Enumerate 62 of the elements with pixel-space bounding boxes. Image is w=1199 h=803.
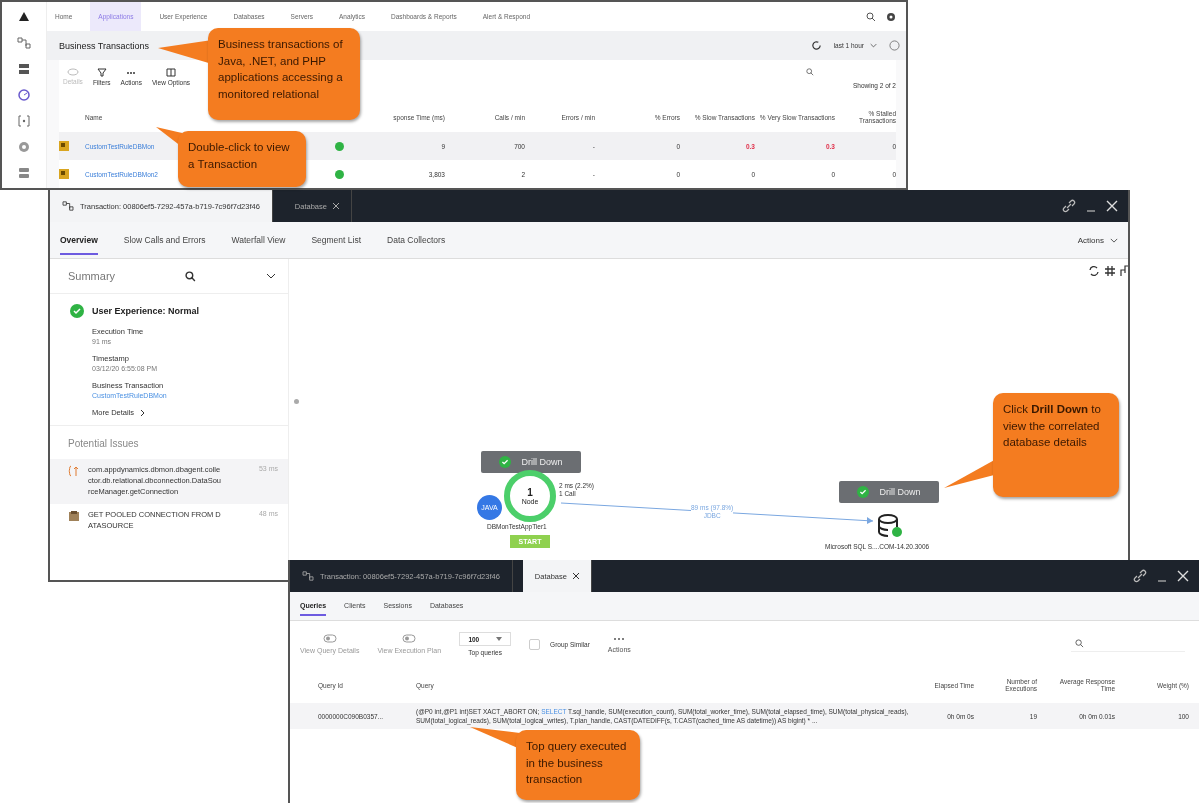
search-field[interactable] bbox=[1071, 636, 1185, 652]
settings-icon[interactable] bbox=[886, 11, 896, 22]
braces-icon bbox=[68, 465, 80, 477]
transaction-icon bbox=[59, 169, 69, 179]
toggle-icon bbox=[322, 634, 337, 643]
view-tab[interactable]: Waterfall View bbox=[231, 225, 286, 255]
callout: Top query executed in the business transaction bbox=[516, 730, 640, 800]
view-tab[interactable]: Overview bbox=[60, 225, 98, 255]
link-icon[interactable] bbox=[1133, 569, 1147, 583]
grid-layout-icon[interactable] bbox=[1104, 265, 1116, 277]
flow-icon[interactable] bbox=[17, 37, 31, 49]
brackets-icon[interactable] bbox=[18, 115, 30, 127]
eye-icon bbox=[66, 68, 79, 76]
section-title: Potential Issues bbox=[67, 437, 140, 451]
server-icon[interactable] bbox=[18, 167, 30, 179]
layout-icon[interactable] bbox=[1120, 265, 1128, 277]
health-icon bbox=[335, 169, 344, 179]
logo-icon bbox=[18, 11, 30, 23]
health-icon bbox=[335, 141, 344, 151]
drill-down-button[interactable]: Drill Down bbox=[481, 451, 581, 473]
search-icon bbox=[1075, 639, 1084, 648]
check-circle-icon bbox=[70, 304, 84, 318]
status-label: User Experience: Normal bbox=[92, 306, 200, 316]
link-icon[interactable] bbox=[1062, 199, 1076, 213]
filter-icon bbox=[96, 68, 107, 77]
section-title: Summary bbox=[68, 270, 116, 282]
zoom-icon[interactable] bbox=[185, 270, 197, 282]
flow-icon bbox=[302, 571, 314, 581]
grid-icon[interactable] bbox=[18, 63, 30, 75]
more-icon bbox=[613, 635, 626, 642]
search-icon bbox=[806, 68, 814, 76]
check-circle-icon bbox=[499, 456, 512, 468]
database-icon bbox=[68, 509, 80, 522]
close-icon[interactable] bbox=[572, 573, 579, 579]
refresh-icon[interactable] bbox=[810, 40, 822, 51]
check-circle-icon bbox=[857, 486, 870, 498]
chevron-down-icon bbox=[1110, 237, 1118, 243]
view-tab[interactable]: Segment List bbox=[311, 225, 362, 255]
columns-icon bbox=[166, 68, 176, 77]
chevron-down-icon bbox=[870, 43, 877, 48]
callout: Double-click to view a Transaction bbox=[178, 131, 306, 187]
actions-dropdown[interactable]: Actions bbox=[1077, 235, 1118, 245]
drill-down-button[interactable]: Drill Down bbox=[839, 481, 939, 503]
refresh-layout-icon[interactable] bbox=[1088, 265, 1100, 277]
search-icon[interactable] bbox=[866, 11, 876, 22]
transaction-icon bbox=[59, 141, 69, 151]
flow-icon bbox=[62, 201, 74, 211]
close-icon[interactable] bbox=[332, 203, 339, 209]
caret-icon bbox=[495, 637, 502, 641]
checkbox[interactable] bbox=[529, 638, 541, 650]
toggle-icon bbox=[402, 634, 417, 643]
page-title: Business Transactions bbox=[59, 40, 150, 51]
callout: Click Drill Down to view the correlated database details bbox=[993, 393, 1119, 497]
circle-icon[interactable] bbox=[18, 141, 30, 153]
view-tab[interactable]: Slow Calls and Errors bbox=[123, 225, 206, 255]
scroll-handle[interactable] bbox=[293, 399, 299, 404]
chevron-right-icon bbox=[140, 408, 146, 417]
chevron-down-icon[interactable] bbox=[266, 273, 276, 279]
gauge-icon[interactable] bbox=[18, 89, 30, 101]
database-icon[interactable] bbox=[877, 514, 903, 538]
view-tab[interactable]: Data Collectors bbox=[387, 225, 446, 255]
callout: Business transactions of Java, .NET, and PHP applications accessing a monitored relational bbox=[208, 28, 360, 120]
